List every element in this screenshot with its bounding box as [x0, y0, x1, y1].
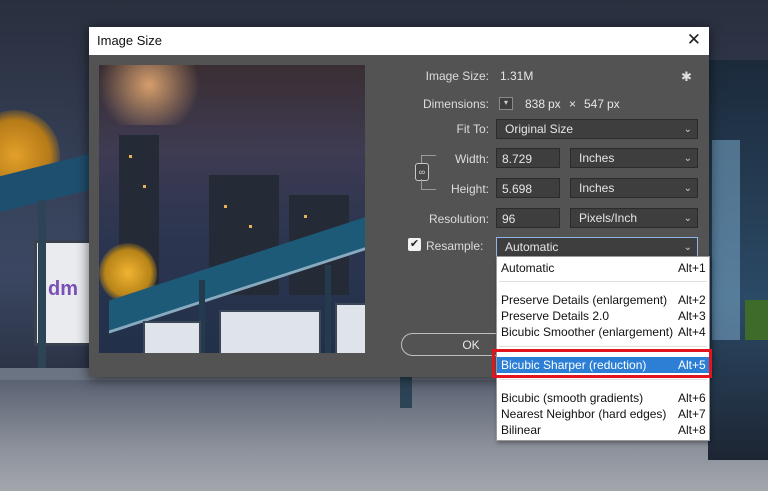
dialog-titlebar: Image Size ✕ — [89, 27, 709, 55]
image-size-value: 1.31M — [500, 69, 534, 83]
menu-item-shortcut: Alt+1 — [678, 261, 706, 275]
fit-to-value: Original Size — [505, 122, 574, 136]
menu-item-shortcut: Alt+2 — [678, 293, 706, 307]
menu-separator — [499, 346, 707, 347]
preview-ad-panel — [219, 310, 321, 353]
resolution-unit-value: Pixels/Inch — [579, 211, 638, 225]
preview-ad-panel — [143, 321, 201, 353]
menu-item-automatic[interactable]: Automatic Alt+1 — [497, 260, 709, 276]
background-post — [400, 376, 412, 408]
preview-pole — [325, 265, 331, 353]
image-preview[interactable]: dm — [99, 65, 365, 353]
check-icon: ✔ — [409, 238, 420, 250]
dimensions-unit-toggle[interactable]: ▾ — [499, 97, 513, 110]
annotation-highlight-box — [492, 349, 712, 378]
chevron-down-icon: ⌄ — [683, 153, 692, 164]
resolution-input[interactable]: 96 — [496, 208, 560, 228]
dimensions-height: 547 — [584, 97, 605, 111]
resample-checkbox[interactable]: ✔ — [408, 238, 421, 251]
menu-item-label: Bilinear — [501, 423, 542, 437]
menu-item-label: Automatic — [501, 261, 555, 275]
chevron-down-icon: ⌄ — [683, 183, 692, 194]
menu-item-preserve-details[interactable]: Preserve Details (enlargement) Alt+2 — [497, 292, 709, 308]
width-unit-value: Inches — [579, 151, 615, 165]
menu-item-label: Nearest Neighbor (hard edges) — [501, 407, 667, 421]
background-right-glass — [712, 140, 740, 340]
dimensions-unit-1: px — [548, 97, 561, 111]
height-unit-value: Inches — [579, 181, 615, 195]
preview-light-glow — [99, 65, 209, 125]
dimensions-label: Dimensions: — [422, 97, 489, 111]
menu-separator — [499, 379, 707, 380]
resolution-label: Resolution: — [428, 212, 489, 226]
menu-item-shortcut: Alt+6 — [678, 391, 706, 405]
menu-item-label: Bicubic Smoother (enlargement) — [501, 325, 674, 339]
menu-item-label: Bicubic (smooth gradients) — [501, 391, 644, 405]
menu-separator — [499, 281, 707, 282]
menu-item-shortcut: Alt+7 — [678, 407, 706, 421]
resolution-unit-select[interactable]: Pixels/Inch ⌄ — [570, 208, 698, 228]
resample-select[interactable]: Automatic ⌄ — [496, 237, 698, 257]
chevron-down-icon: ⌄ — [683, 242, 692, 253]
menu-item-nearest-neighbor[interactable]: Nearest Neighbor (hard edges) Alt+7 — [497, 406, 709, 422]
chevron-down-icon: ▾ — [503, 98, 508, 107]
background-post — [38, 200, 46, 370]
menu-item-bicubic[interactable]: Bicubic (smooth gradients) Alt+6 — [497, 390, 709, 406]
width-label: Width: — [454, 152, 489, 166]
background-hedge — [745, 300, 768, 340]
menu-item-preserve-details-2[interactable]: Preserve Details 2.0 Alt+3 — [497, 308, 709, 324]
fit-to-select[interactable]: Original Size ⌄ — [496, 119, 698, 139]
height-unit-select[interactable]: Inches ⌄ — [570, 178, 698, 198]
preview-window-light — [304, 215, 307, 218]
fit-to-label: Fit To: — [456, 122, 489, 136]
menu-item-label: Preserve Details 2.0 — [501, 309, 610, 323]
image-size-label: Image Size: — [425, 69, 489, 83]
menu-item-bicubic-smoother[interactable]: Bicubic Smoother (enlargement) Alt+4 — [497, 324, 709, 340]
dimensions-width: 838 — [525, 97, 546, 111]
chevron-down-icon: ⌄ — [683, 213, 692, 224]
preview-window-light — [249, 225, 252, 228]
menu-item-bilinear[interactable]: Bilinear Alt+8 — [497, 422, 709, 438]
dimensions-times: × — [569, 97, 577, 111]
preview-window-light — [224, 205, 227, 208]
menu-item-shortcut: Alt+4 — [678, 325, 706, 339]
dialog-title: Image Size — [97, 33, 163, 48]
width-unit-select[interactable]: Inches ⌄ — [570, 148, 698, 168]
height-input[interactable]: 5.698 — [496, 178, 560, 198]
width-input[interactable]: 8.729 — [496, 148, 560, 168]
background-ad-logo: dm — [48, 278, 78, 300]
resample-label: Resample: — [426, 239, 484, 253]
dimensions-unit-2: px — [607, 97, 620, 111]
height-label: Height: — [450, 182, 489, 196]
preview-ad-panel — [335, 303, 365, 353]
menu-item-label: Preserve Details (enlargement) — [501, 293, 668, 307]
gear-icon[interactable]: ✱ — [681, 69, 692, 85]
close-icon[interactable]: ✕ — [687, 30, 701, 50]
chevron-down-icon: ⌄ — [683, 124, 692, 135]
preview-window-light — [143, 185, 146, 188]
menu-item-shortcut: Alt+8 — [678, 423, 706, 437]
resample-value: Automatic — [505, 240, 559, 254]
menu-item-shortcut: Alt+3 — [678, 309, 706, 323]
preview-window-light — [129, 155, 132, 158]
